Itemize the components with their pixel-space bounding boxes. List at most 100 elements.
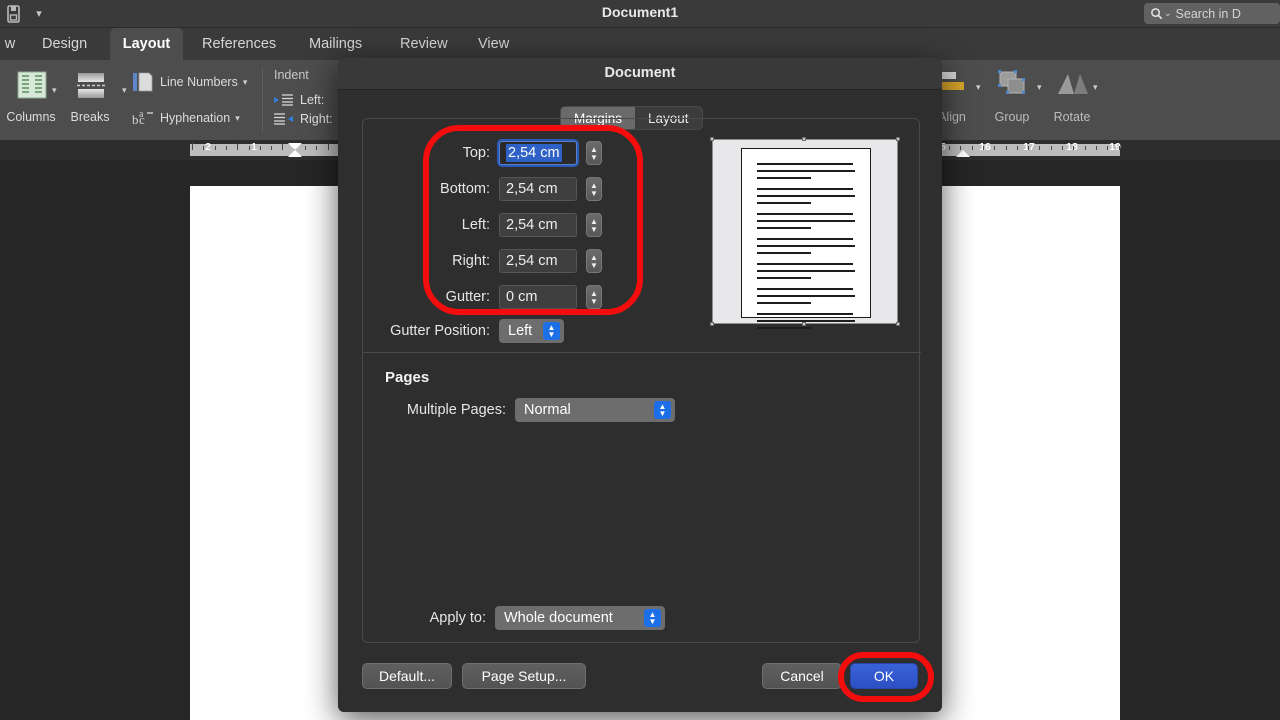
ruler-tick — [1085, 146, 1086, 150]
ruler-tick — [1096, 146, 1097, 150]
ruler-tick — [226, 146, 227, 150]
panel-divider — [363, 352, 921, 353]
preview-line — [757, 277, 811, 279]
ruler-tick — [282, 143, 283, 150]
group-caret-icon[interactable]: ▾ — [1037, 82, 1042, 93]
page-setup-button[interactable]: Page Setup... — [462, 663, 586, 689]
first-line-indent-marker[interactable] — [288, 143, 302, 150]
ruler-tick — [949, 146, 950, 150]
ribbon-group-divider — [262, 68, 263, 132]
preview-line — [757, 270, 855, 272]
apply-to-label: Apply to: — [429, 610, 486, 626]
indent-right-label: Right: — [300, 112, 333, 126]
tab-layout[interactable]: Layout — [110, 28, 183, 60]
rotate-button[interactable] — [1045, 68, 1099, 100]
ruler-tick — [1073, 146, 1074, 150]
ruler-number-16: 16 — [979, 141, 991, 153]
chevron-updown-icon[interactable]: ▲ ▼ — [543, 322, 560, 340]
preview-line — [757, 320, 855, 322]
preview-line — [757, 295, 855, 297]
search-placeholder: Search in D — [1175, 6, 1241, 21]
search-input[interactable]: ⌄ Search in D — [1144, 3, 1280, 24]
apply-to-select[interactable]: Whole document ▲ ▼ — [495, 606, 665, 630]
line-numbers-caret-icon[interactable]: ▾ — [243, 77, 248, 88]
rotate-caret-icon[interactable]: ▾ — [1093, 82, 1098, 93]
preview-line — [757, 327, 811, 329]
chevron-updown-icon[interactable]: ▲ ▼ — [654, 401, 671, 419]
multiple-pages-select[interactable]: Normal ▲ ▼ — [515, 398, 675, 422]
rotate-label: Rotate — [1053, 110, 1091, 124]
breaks-caret-icon[interactable]: ▾ — [122, 85, 127, 96]
hyphenation-caret-icon[interactable]: ▾ — [235, 113, 240, 124]
hyphenation-label: Hyphenation — [160, 111, 231, 125]
line-numbers-label: Line Numbers — [160, 75, 238, 89]
window-titlebar: ▾ Document1 ⌄ Search in D — [0, 0, 1280, 28]
gutter-position-row: Gutter Position: Left ▲ ▼ — [385, 319, 564, 343]
ribbon-tabbar: w Design Layout References Mailings Revi… — [0, 28, 1280, 60]
preview-line — [757, 202, 811, 204]
preview-line — [757, 170, 855, 172]
ruler-tick — [1006, 146, 1007, 150]
ruler-tick — [305, 146, 306, 150]
hanging-indent-marker[interactable] — [288, 150, 302, 157]
ruler-tick — [1107, 146, 1108, 150]
preview-line — [757, 245, 855, 247]
ruler-tick — [1017, 146, 1018, 150]
ruler-tick — [994, 146, 995, 150]
group-icon — [998, 70, 1025, 94]
preview-line — [757, 195, 855, 197]
breaks-icon — [77, 73, 105, 98]
page-title: Document1 — [601, 4, 679, 20]
chevron-updown-icon[interactable]: ▲ ▼ — [644, 609, 661, 627]
ruler-tick — [192, 143, 193, 150]
breaks-button[interactable] — [66, 70, 116, 102]
default-button[interactable]: Default... — [362, 663, 452, 689]
tab-w[interactable]: w — [0, 28, 24, 60]
ruler-number-2: 2 — [205, 141, 211, 153]
right-indent-marker[interactable] — [956, 150, 970, 157]
gutter-position-value: Left — [508, 323, 533, 339]
preview-handle — [710, 137, 714, 141]
preview-line — [757, 188, 853, 190]
ruler-tick — [260, 146, 261, 150]
preview-line — [757, 313, 853, 315]
tab-references[interactable]: References — [190, 28, 288, 60]
tab-design[interactable]: Design — [30, 28, 99, 60]
ruler-number-17: 17 — [1023, 141, 1035, 153]
preview-page — [741, 148, 871, 329]
indent-left-field[interactable]: Left: — [274, 93, 324, 107]
group-button[interactable] — [985, 68, 1039, 100]
ruler-tick — [1039, 146, 1040, 150]
preview-line — [757, 252, 811, 254]
ruler-tick — [328, 143, 329, 150]
preview-line — [757, 213, 853, 215]
indent-right-field[interactable]: Right: — [274, 112, 333, 126]
columns-caret-icon[interactable]: ▾ — [52, 85, 57, 96]
preview-line — [757, 163, 853, 165]
preview-handle — [802, 137, 806, 141]
preview-handle — [710, 322, 714, 326]
preview-line — [757, 227, 811, 229]
ruler-tick — [237, 143, 238, 150]
align-caret-icon[interactable]: ▾ — [976, 82, 981, 93]
tab-review[interactable]: Review — [388, 28, 460, 60]
indent-left-icon — [274, 94, 293, 106]
cancel-button[interactable]: Cancel — [762, 663, 842, 689]
ok-highlight-ring — [838, 652, 934, 702]
ruler-tick — [1119, 146, 1120, 150]
ruler-tick — [1062, 146, 1063, 150]
tab-mailings[interactable]: Mailings — [297, 28, 374, 60]
hyphenation-button[interactable]: b c a Hyphenation ▾ — [132, 108, 240, 128]
multiple-pages-row: Multiple Pages: Normal ▲ ▼ — [385, 398, 675, 422]
line-numbers-icon — [133, 72, 153, 92]
dialog-title: Document — [604, 65, 676, 81]
search-dropdown-caret-icon[interactable]: ⌄ — [1164, 8, 1172, 19]
app-root: ▾ Document1 ⌄ Search in D w Design Layou… — [0, 0, 1280, 720]
gutter-position-select[interactable]: Left ▲ ▼ — [499, 319, 564, 343]
preview-line — [757, 302, 811, 304]
tab-view[interactable]: View — [466, 28, 521, 60]
svg-text:b: b — [132, 112, 139, 127]
line-numbers-button[interactable]: Line Numbers ▾ — [132, 71, 247, 93]
ruler-number-1: 1 — [251, 141, 257, 153]
breaks-label: Breaks — [70, 110, 110, 124]
